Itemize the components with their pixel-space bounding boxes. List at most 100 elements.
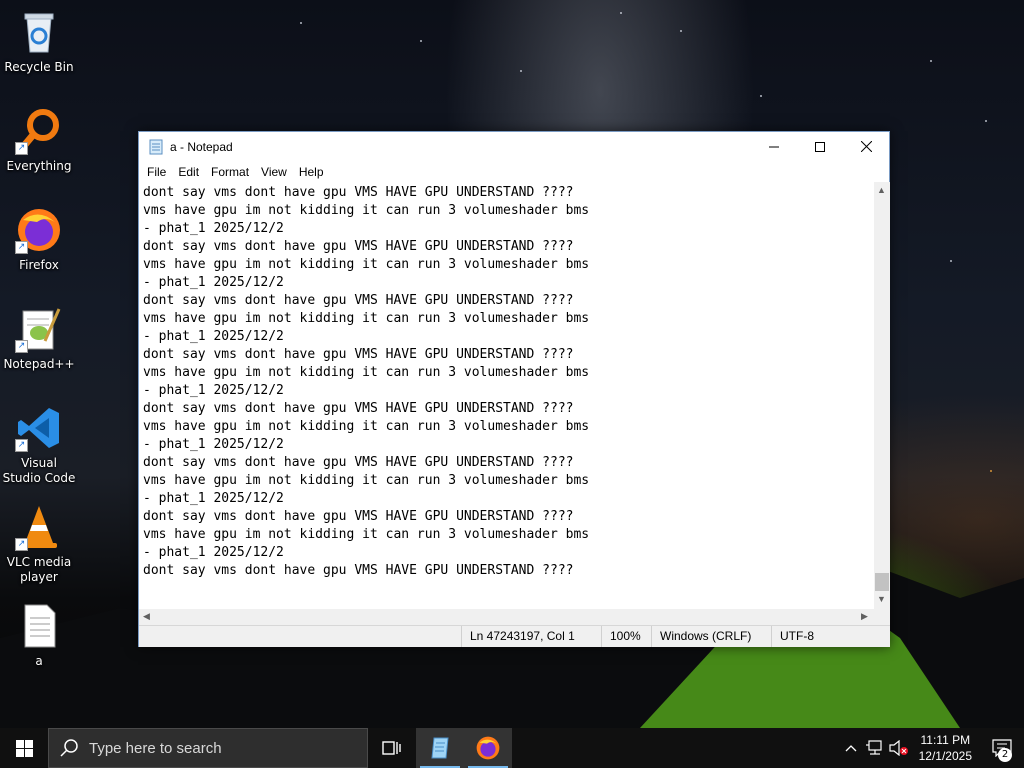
close-icon [860,141,872,152]
status-cursor-position: Ln 47243197, Col 1 [461,626,601,647]
scroll-up-icon[interactable]: ▲ [877,185,886,195]
action-center-button[interactable]: 2 [980,728,1024,768]
text-editor-area[interactable]: dont say vms dont have gpu VMS HAVE GPU … [139,182,874,609]
status-bar: Ln 47243197, Col 1 100% Windows (CRLF) U… [139,625,890,647]
windows-logo-icon [15,739,33,757]
clock-time: 11:11 PM [920,733,971,747]
scroll-down-icon[interactable]: ▼ [877,594,886,604]
notepad-taskbar-icon [431,737,449,759]
show-hidden-icons-button[interactable] [839,728,863,768]
window-title: a - Notepad [170,139,233,154]
scroll-right-icon[interactable]: ▶ [861,611,868,622]
desktop-icon-label: Notepad++ [3,357,75,371]
vertical-scroll-thumb[interactable] [875,573,889,591]
task-view-icon [382,741,401,755]
text-line: dont say vms dont have gpu VMS HAVE GPU … [143,563,574,578]
text-line: vms have gpu im not kidding it can run 3… [143,257,590,272]
text-line: dont say vms dont have gpu VMS HAVE GPU … [143,455,574,470]
menu-file[interactable]: File [141,165,172,179]
close-button[interactable] [843,132,889,161]
network-button[interactable] [863,728,887,768]
text-line: vms have gpu im not kidding it can run 3… [143,419,590,434]
chevron-up-icon [845,745,857,752]
start-button[interactable] [0,728,48,768]
text-file-icon [15,602,63,650]
text-line: - phat_1 2025/12/2 [143,275,284,290]
taskbar-notepad-button[interactable] [416,728,464,768]
maximize-button[interactable] [797,132,843,161]
shortcut-arrow-icon: ↗ [15,439,28,452]
desktop-icon-label: VLC media player [6,555,72,584]
text-line: - phat_1 2025/12/2 [143,545,284,560]
minimize-icon [769,146,779,147]
text-line: - phat_1 2025/12/2 [143,329,284,344]
menu-bar: File Edit Format View Help [139,161,889,182]
desktop-icon-label: a [35,654,43,668]
text-line: - phat_1 2025/12/2 [143,221,284,236]
status-encoding: UTF-8 [771,626,890,647]
desktop-icon-label: Firefox [19,258,59,272]
text-line: - phat_1 2025/12/2 [143,491,284,506]
scroll-left-icon[interactable]: ◀ [143,611,150,622]
text-line: vms have gpu im not kidding it can run 3… [143,365,590,380]
text-line: - phat_1 2025/12/2 [143,383,284,398]
text-line: dont say vms dont have gpu VMS HAVE GPU … [143,347,574,362]
desktop-icon-vscode[interactable]: ↗ Visual Studio Code [2,404,76,486]
desktop-icon-label: Recycle Bin [4,60,74,74]
notepad-window[interactable]: a - Notepad File Edit Format View Help d… [138,131,890,647]
menu-edit[interactable]: Edit [172,165,205,179]
menu-view[interactable]: View [255,165,293,179]
system-tray: 11:11 PM 12/1/2025 2 [839,728,1024,768]
status-zoom: 100% [601,626,651,647]
text-line: dont say vms dont have gpu VMS HAVE GPU … [143,185,574,200]
taskbar-firefox-button[interactable] [464,728,512,768]
status-line-ending: Windows (CRLF) [651,626,771,647]
text-line: dont say vms dont have gpu VMS HAVE GPU … [143,401,574,416]
notepadpp-icon: ↗ [15,305,63,353]
menu-help[interactable]: Help [293,165,330,179]
vlc-cone-icon: ↗ [15,503,63,551]
desktop-icon-notepadpp[interactable]: ↗ Notepad++ [2,305,76,372]
search-icon [60,739,78,757]
desktop-icon-text-file[interactable]: a [2,602,76,669]
desktop-icon-everything[interactable]: ↗ Everything [2,107,76,174]
taskbar-clock[interactable]: 11:11 PM 12/1/2025 [911,732,980,764]
magnifier-icon: ↗ [15,107,63,155]
text-line: dont say vms dont have gpu VMS HAVE GPU … [143,509,574,524]
desktop-icon-label: Visual Studio Code [2,456,76,485]
shortcut-arrow-icon: ↗ [15,538,28,551]
title-bar[interactable]: a - Notepad [139,132,889,161]
firefox-taskbar-icon [476,736,500,760]
minimize-button[interactable] [751,132,797,161]
horizontal-scrollbar[interactable]: ◀ ▶ [139,609,874,625]
text-line: vms have gpu im not kidding it can run 3… [143,203,590,218]
volume-button[interactable] [887,728,911,768]
text-line: dont say vms dont have gpu VMS HAVE GPU … [143,239,574,254]
text-line: vms have gpu im not kidding it can run 3… [143,527,590,542]
text-line: vms have gpu im not kidding it can run 3… [143,311,590,326]
clock-date: 12/1/2025 [918,749,972,763]
volume-muted-icon [889,740,908,756]
menu-format[interactable]: Format [205,165,255,179]
desktop-icon-firefox[interactable]: ↗ Firefox [2,206,76,273]
desktop-icon-recycle-bin[interactable]: Recycle Bin [2,8,76,75]
search-input[interactable] [89,739,349,757]
scrollbar-corner [874,609,890,625]
task-view-button[interactable] [368,728,416,768]
taskbar-search-box[interactable] [48,728,368,768]
vertical-scrollbar[interactable]: ▲ ▼ [874,182,890,609]
firefox-icon: ↗ [15,206,63,254]
maximize-icon [815,141,825,152]
network-icon [865,740,882,755]
notepad-app-icon [149,139,163,154]
taskbar: 11:11 PM 12/1/2025 2 [0,728,1024,768]
notification-count-badge: 2 [998,748,1012,762]
text-line: - phat_1 2025/12/2 [143,437,284,452]
text-line: dont say vms dont have gpu VMS HAVE GPU … [143,293,574,308]
vscode-icon: ↗ [15,404,63,452]
desktop-icon-vlc[interactable]: ↗ VLC media player [2,503,76,585]
shortcut-arrow-icon: ↗ [15,142,28,155]
desktop-icon-label: Everything [6,159,72,173]
text-line: vms have gpu im not kidding it can run 3… [143,473,590,488]
shortcut-arrow-icon: ↗ [15,241,28,254]
